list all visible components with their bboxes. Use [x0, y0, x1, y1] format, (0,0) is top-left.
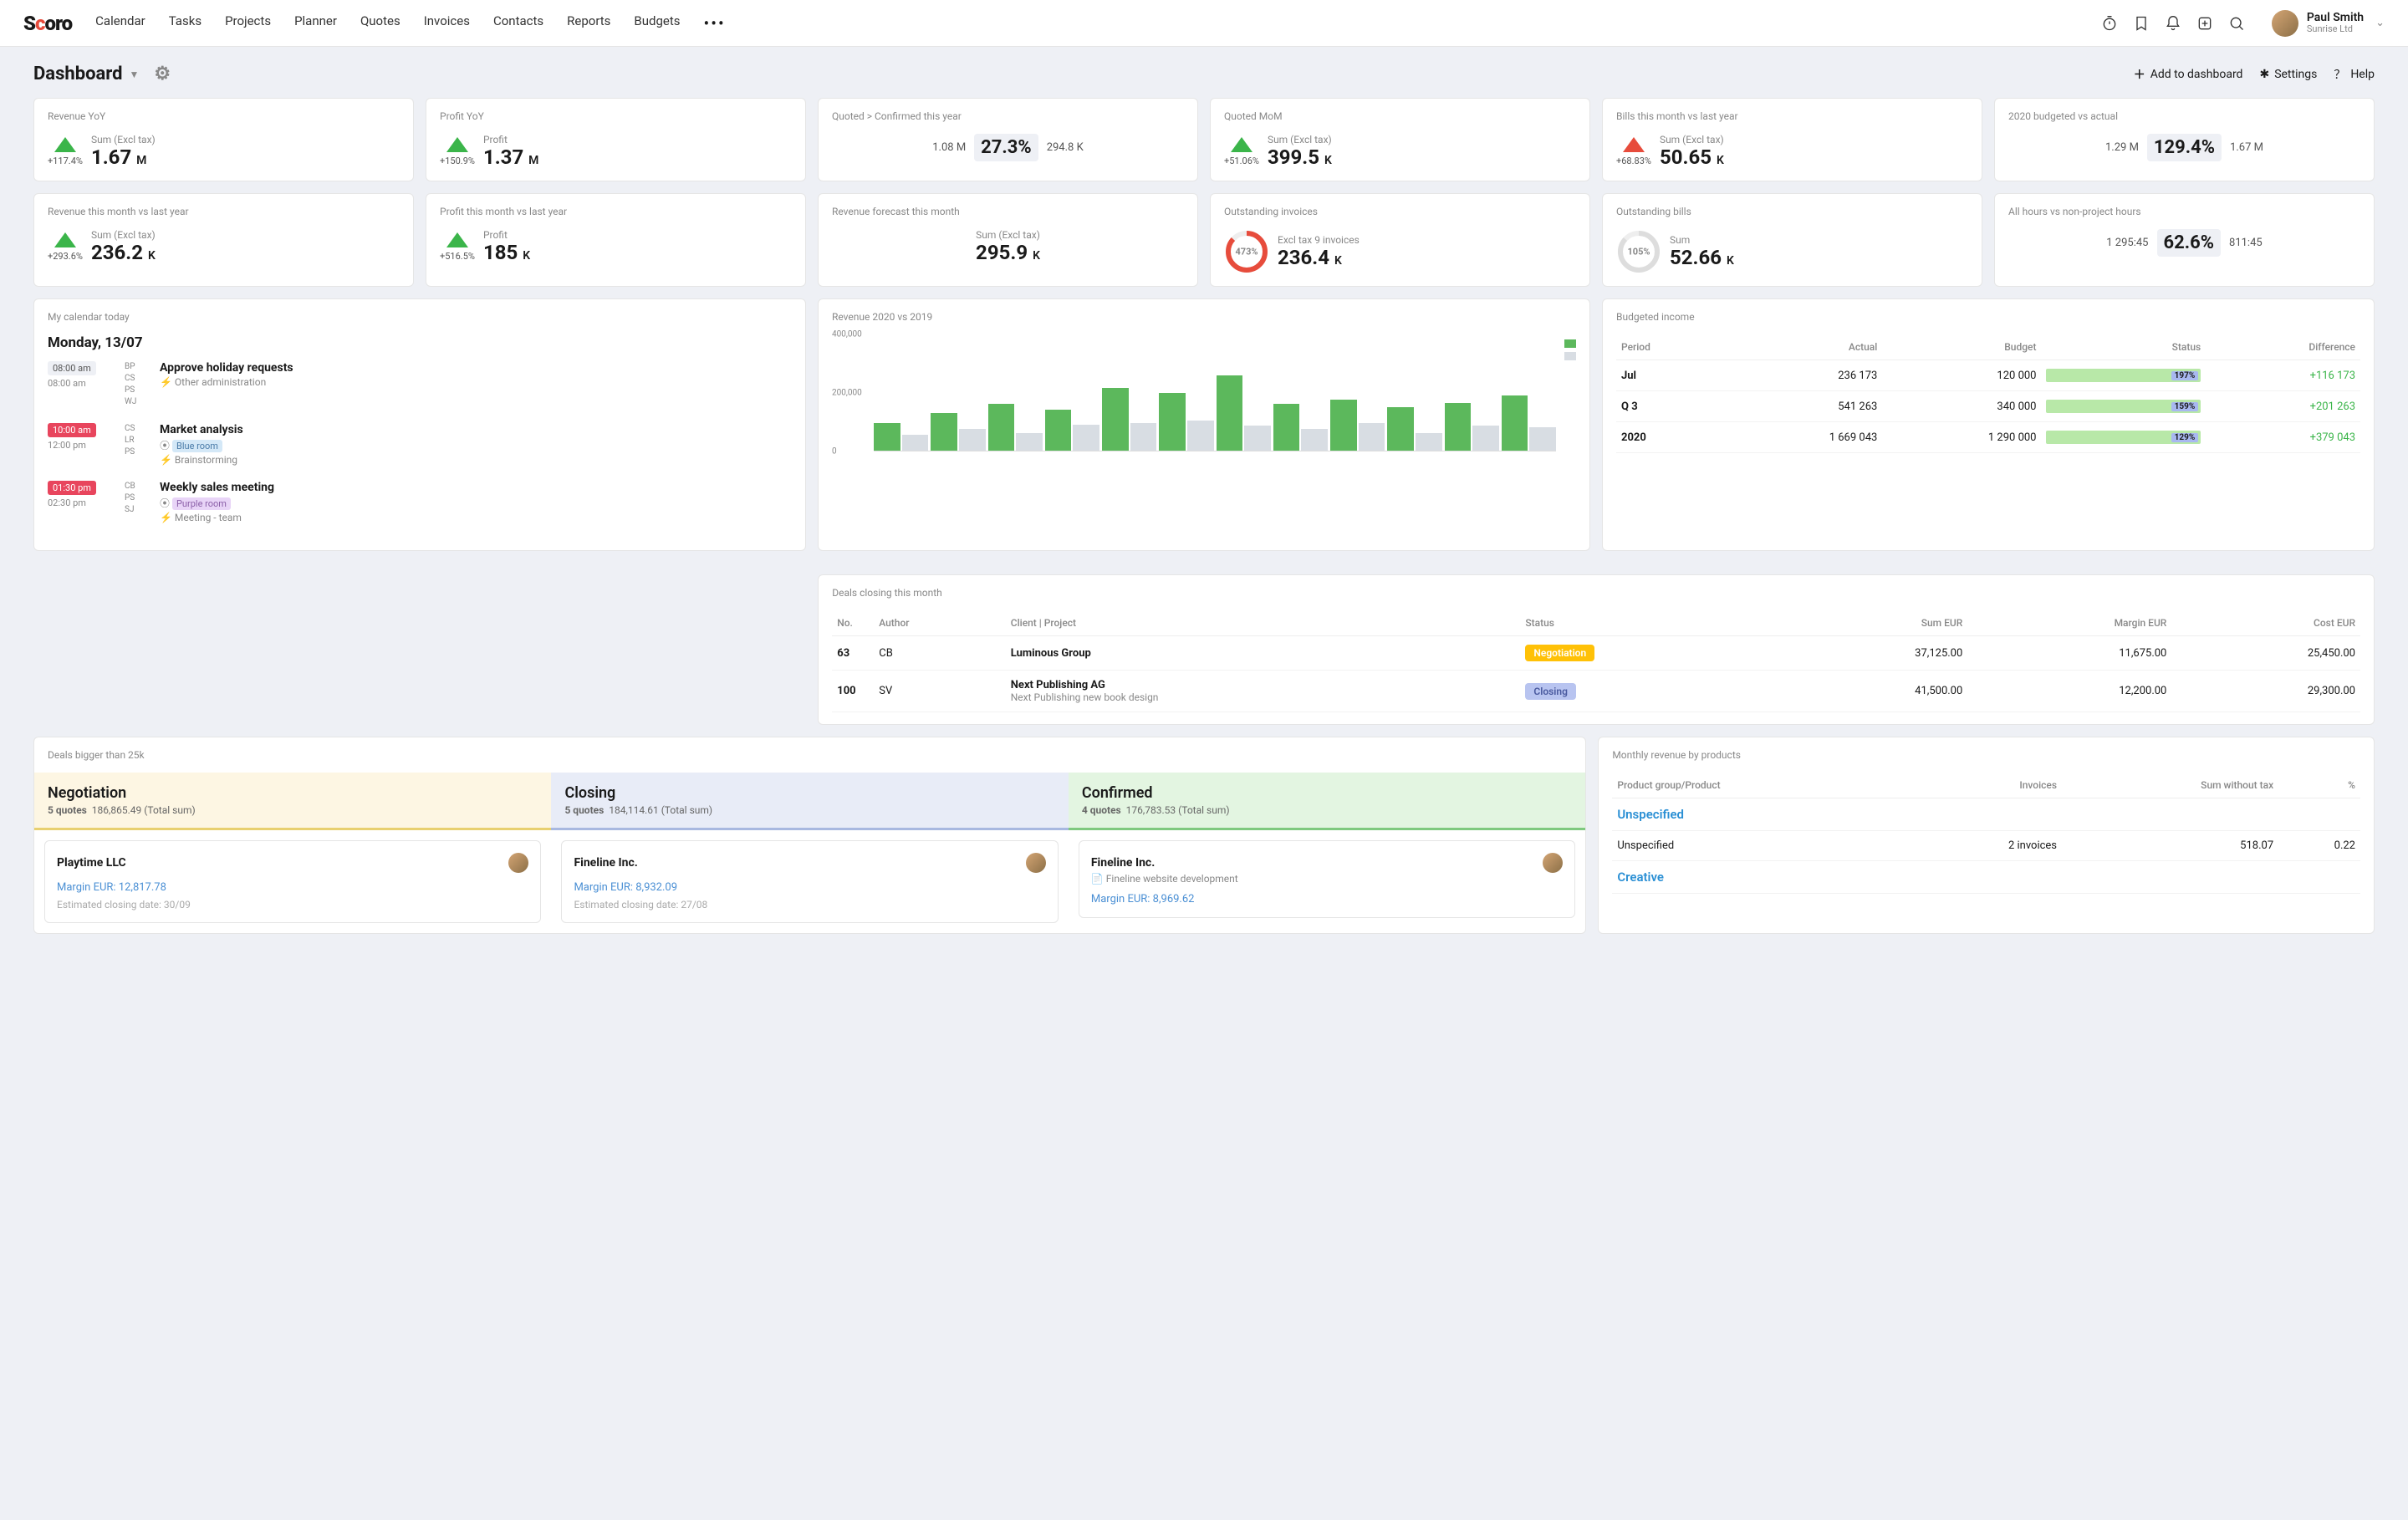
help-button[interactable]: ？ Help: [2334, 66, 2375, 83]
revenue-chart-card: Revenue 2020 vs 2019 0200,000400,000: [818, 298, 1590, 551]
budgeted-title: Budgeted income: [1616, 311, 2360, 323]
monthly-revenue-card: Monthly revenue by products Product grou…: [1598, 737, 2375, 934]
pipeline-card: Deals bigger than 25k Negotiation5 quote…: [33, 737, 1586, 934]
revenue-chart: 0200,000400,000: [832, 334, 1556, 451]
pipeline-card-item[interactable]: Fineline Inc.📄 Fineline website developm…: [1079, 840, 1575, 918]
title-dropdown-icon[interactable]: ▼: [130, 69, 140, 80]
table-row[interactable]: Jul236 173120 000197%+116 173: [1616, 360, 2360, 391]
deals-table: No.AuthorClient | ProjectStatusSum EURMa…: [832, 610, 2360, 712]
calendar-title: My calendar today: [48, 311, 792, 323]
page-title[interactable]: Dashboard ▼ ⚙: [33, 64, 171, 84]
table-row[interactable]: 20201 669 0431 290 000129%+379 043: [1616, 422, 2360, 453]
calendar-event[interactable]: 08:00 am08:00 amBPCSPSWJApprove holiday …: [48, 361, 792, 408]
kpi-card[interactable]: Revenue this month vs last year+293.6%Su…: [33, 193, 414, 287]
budgeted-table: PeriodActualBudgetStatusDifference Jul23…: [1616, 334, 2360, 453]
nav-quotes[interactable]: Quotes: [360, 13, 400, 33]
nav-projects[interactable]: Projects: [225, 13, 271, 33]
legend-2019: [1564, 352, 1576, 360]
kpi-card[interactable]: Quoted MoM+51.06%Sum (Excl tax)399.5 K: [1210, 98, 1590, 181]
nav-more-icon[interactable]: •••: [704, 13, 726, 33]
kpi-card[interactable]: 2020 budgeted vs actual1.29 M129.4%1.67 …: [1994, 98, 2375, 181]
pipeline-title: Deals bigger than 25k: [34, 737, 1585, 761]
logo[interactable]: Scoro: [23, 12, 72, 35]
bookmark-icon[interactable]: [2133, 15, 2150, 32]
product-group[interactable]: Unspecified: [1612, 798, 2360, 831]
pipeline-column: Negotiation5 quotes 186,865.49 (Total su…: [34, 773, 551, 933]
monthly-revenue-title: Monthly revenue by products: [1612, 749, 2360, 761]
pipeline-card-item[interactable]: Playtime LLCMargin EUR: 12,817.78Estimat…: [44, 840, 541, 923]
kpi-card[interactable]: Outstanding invoices473%Excl tax 9 invoi…: [1210, 193, 1590, 287]
user-name: Paul Smith: [2307, 12, 2364, 24]
calendar-event[interactable]: 01:30 pm02:30 pmCBPSSJWeekly sales meeti…: [48, 481, 792, 523]
calendar-date: Monday, 13/07: [48, 334, 792, 351]
kpi-card[interactable]: Bills this month vs last year+68.83%Sum …: [1602, 98, 1982, 181]
user-menu[interactable]: Paul Smith Sunrise Ltd ⌄: [2272, 10, 2385, 37]
kpi-grid: Revenue YoY+117.4%Sum (Excl tax)1.67 MPr…: [33, 98, 2375, 287]
kpi-card[interactable]: Revenue YoY+117.4%Sum (Excl tax)1.67 M: [33, 98, 414, 181]
main-nav: Calendar Tasks Projects Planner Quotes I…: [95, 13, 2101, 33]
nav-invoices[interactable]: Invoices: [424, 13, 470, 33]
sliders-icon[interactable]: ⚙: [154, 64, 171, 84]
chevron-down-icon: ⌄: [2375, 17, 2385, 29]
nav-tasks[interactable]: Tasks: [169, 13, 202, 33]
deals-card: Deals closing this month No.AuthorClient…: [818, 574, 2375, 725]
legend-2020: [1564, 339, 1576, 348]
page-header: Dashboard ▼ ⚙ ＋Add to dashboard ✱ Settin…: [33, 64, 2375, 84]
kpi-card[interactable]: Profit YoY+150.9%Profit1.37 M: [426, 98, 806, 181]
kpi-card[interactable]: Revenue forecast this monthSum (Excl tax…: [818, 193, 1198, 287]
bell-icon[interactable]: [2165, 15, 2181, 32]
pipeline-column: Confirmed4 quotes 176,783.53 (Total sum)…: [1069, 773, 1585, 933]
chart-title: Revenue 2020 vs 2019: [832, 311, 1576, 323]
pipeline-card-item[interactable]: Fineline Inc.Margin EUR: 8,932.09Estimat…: [561, 840, 1058, 923]
avatar: [2272, 10, 2298, 37]
kpi-card[interactable]: All hours vs non-project hours1 295:4562…: [1994, 193, 2375, 287]
nav-reports[interactable]: Reports: [567, 13, 610, 33]
kpi-card[interactable]: Profit this month vs last year+516.5%Pro…: [426, 193, 806, 287]
topbar-actions: Paul Smith Sunrise Ltd ⌄: [2101, 10, 2385, 37]
calendar-event[interactable]: 10:00 am12:00 pmCSLRPSMarket analysis⦿ B…: [48, 423, 792, 466]
monthly-revenue-table: Product group/ProductInvoicesSum without…: [1612, 773, 2360, 894]
table-row[interactable]: Unspecified2 invoices518.070.22: [1612, 831, 2360, 861]
search-icon[interactable]: [2228, 15, 2245, 32]
nav-calendar[interactable]: Calendar: [95, 13, 145, 33]
add-icon[interactable]: [2196, 15, 2213, 32]
table-row[interactable]: 100SVNext Publishing AGNext Publishing n…: [832, 671, 2360, 712]
budgeted-income-card: Budgeted income PeriodActualBudgetStatus…: [1602, 298, 2375, 551]
product-group[interactable]: Creative: [1612, 861, 2360, 894]
table-row[interactable]: 63CBLuminous GroupNegotiation37,125.0011…: [832, 636, 2360, 671]
deals-title: Deals closing this month: [832, 587, 2360, 599]
topbar: Scoro Calendar Tasks Projects Planner Qu…: [0, 0, 2408, 47]
timer-icon[interactable]: [2101, 15, 2118, 32]
nav-planner[interactable]: Planner: [294, 13, 337, 33]
pipeline-column: Closing5 quotes 184,114.61 (Total sum)Fi…: [551, 773, 1068, 933]
settings-button[interactable]: ✱ Settings: [2259, 68, 2317, 81]
add-to-dashboard-button[interactable]: ＋Add to dashboard: [2134, 66, 2243, 83]
user-company: Sunrise Ltd: [2307, 24, 2364, 34]
nav-budgets[interactable]: Budgets: [634, 13, 680, 33]
calendar-card: My calendar today Monday, 13/07 08:00 am…: [33, 298, 806, 551]
kpi-card[interactable]: Quoted > Confirmed this year1.08 M27.3%2…: [818, 98, 1198, 181]
nav-contacts[interactable]: Contacts: [493, 13, 543, 33]
table-row[interactable]: Q 3541 263340 000159%+201 263: [1616, 391, 2360, 422]
kpi-card[interactable]: Outstanding bills105%Sum52.66 K: [1602, 193, 1982, 287]
